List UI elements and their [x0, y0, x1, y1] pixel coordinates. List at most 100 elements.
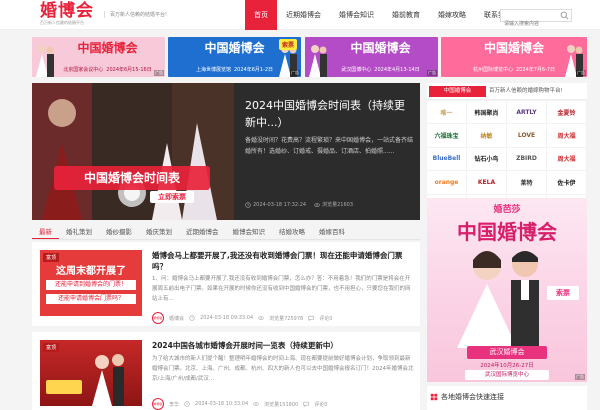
ad-label: 广告 — [576, 70, 586, 76]
nav-item[interactable]: 首页 — [245, 0, 277, 30]
banner-ad[interactable]: 中国婚博会 上海世博展览馆 2024年6月1-2日 索票 广告 — [168, 37, 301, 77]
brand-logo[interactable]: 周大福 — [547, 147, 587, 172]
clock-icon — [184, 401, 190, 407]
category-tabs: 最新 婚礼策划 婚纱摄影 婚庆策划 近期婚博会 婚博会知识 结婚攻略 婚嫁百科 — [32, 224, 420, 240]
nav-item[interactable]: 婚嫁攻略 — [429, 0, 475, 30]
banner-ticket-button[interactable]: 索票 — [278, 39, 297, 50]
tab-item[interactable]: 近期婚博会 — [179, 224, 226, 239]
article-meta: 婚博会 李华 2024-03-18 10:33:04 浏览量151800 评论0 — [152, 398, 327, 410]
ad-venue: 武汉国际博览中心 — [465, 370, 549, 380]
banner-ad[interactable]: 中国婚博会 杭州国际博览中心 2024年7月6-7日 广告 — [441, 37, 587, 77]
ad-label: 广告 — [154, 70, 164, 76]
banner-subtitle: 杭州国际博览中心 2024年7月6-7日 — [441, 66, 587, 73]
thumb-badge: 富顶 — [43, 343, 60, 352]
brand-logo[interactable]: 纳敏 — [467, 124, 507, 148]
brand-logo[interactable]: 韩国聚尚 — [467, 101, 507, 125]
brand-logo[interactable]: 佐卡伊 — [547, 171, 587, 195]
banner-subtitle: 北京国家会议中心 2024年6月15-16日 — [32, 66, 165, 73]
thumb-headline: 这周末都开展了 — [56, 266, 126, 277]
ad-label: 广告 — [290, 70, 300, 76]
nav-item[interactable]: 婚前教育 — [383, 0, 429, 30]
article-date: 2024-03-18 09:33:04 — [200, 315, 254, 321]
clock-icon — [245, 201, 251, 208]
hero-carousel[interactable]: 中国婚博会时间表 立即索票 2024中国婚博会时间表（持续更新中...） 备婚没… — [32, 83, 420, 220]
hero-image-caption: 中国婚博会时间表 — [83, 171, 180, 185]
brand-logo[interactable]: LOVE — [507, 124, 547, 148]
banner-ad[interactable]: 中国婚博会武汉国博中心 2024年4月13-14日广告 — [305, 37, 438, 77]
brand-logo[interactable]: 钻石小鸟 — [467, 147, 507, 172]
article-card[interactable]: 富顶 2024中国各城市婚博会开展时间一览表（持续更新中） 为了给大城市的新人们… — [32, 332, 420, 410]
search-box — [500, 9, 572, 30]
eye-icon — [258, 316, 264, 320]
banner-date: 2024年6月15-16日 — [106, 67, 152, 73]
article-card[interactable]: 富顶 这周末都开展了 还能申请到婚博会的门票！ 还能申请婚博会门票吗？ 婚博会马… — [32, 242, 420, 326]
ad-city: 武汉婚博会 — [467, 346, 547, 359]
sidebar-header-label[interactable]: 中国婚博会 — [429, 86, 486, 97]
hero-image[interactable]: 中国婚博会时间表 立即索票 — [32, 83, 234, 220]
tab-item[interactable]: 婚礼策划 — [59, 224, 99, 239]
ad-date: 2024年10月26-27日 — [480, 363, 534, 369]
article-title[interactable]: 婚博会马上都要开展了,我还没有收到婚博会门票！现在还能申请婚博会门票吗？ — [152, 250, 414, 272]
brand-logo[interactable]: 六福珠宝 — [427, 124, 467, 148]
comment-icon — [308, 315, 314, 321]
banner-title: 中国婚博会 — [350, 41, 411, 55]
brand-logo[interactable]: 周大福 — [547, 124, 587, 148]
brand-logo[interactable]: 金夏铃 — [547, 101, 587, 125]
nav-item[interactable]: 婚博会知识 — [330, 0, 383, 30]
banner-venue: 杭州国际博览中心 — [472, 67, 513, 73]
hero-meta: 2024-03-18 17:32:24 浏览量21603 — [245, 201, 353, 208]
main-nav: 首页 近期婚博会 婚博会知识 婚前教育 婚嫁攻略 联系我们 — [245, 0, 521, 30]
hero-title[interactable]: 2024中国婚博会时间表（持续更新中...） — [245, 97, 415, 131]
tab-item[interactable]: 婚嫁百科 — [312, 224, 352, 239]
article-thumbnail[interactable]: 富顶 这周末都开展了 还能申请到婚博会的门票！ 还能申请婚博会门票吗？ — [40, 250, 142, 316]
article-thumbnail[interactable]: 富顶 — [40, 340, 142, 406]
comment-icon — [303, 401, 309, 407]
banner-subtitle: 上海世博展览馆 2024年6月1-2日 — [168, 66, 301, 73]
slogan: 百万新人信赖的结婚平台! — [104, 11, 167, 18]
brand-logo[interactable]: 唯一 — [427, 101, 467, 125]
thumb-line: 还能申请婚博会门票吗？ — [46, 294, 136, 304]
brand-logo[interactable]: 莱特 — [507, 171, 547, 195]
hero-views: 浏览量21603 — [322, 202, 354, 208]
avatar[interactable]: 婚博会 — [152, 312, 164, 324]
thumb-badge: 富顶 — [43, 253, 60, 262]
banner-ad[interactable]: 中国婚博会 北京国家会议中心 2024年6月15-16日 广告 — [32, 37, 165, 77]
brand-logo[interactable]: ARTLY — [507, 101, 547, 125]
eye-icon — [314, 202, 320, 207]
tab-item[interactable]: 婚博会知识 — [226, 224, 273, 239]
author-name[interactable]: 李华 — [169, 401, 179, 408]
avatar[interactable]: 婚博会 — [152, 398, 164, 410]
tab-item[interactable]: 婚庆策划 — [139, 224, 179, 239]
quick-links-header[interactable]: 各地婚博会快速连接 — [427, 386, 587, 410]
hero-date: 2024-03-18 17:32:24 — [253, 201, 307, 208]
article-title[interactable]: 2024中国各城市婚博会开展时间一览表（持续更新中） — [152, 340, 414, 351]
tab-item[interactable]: 最新 — [32, 224, 59, 239]
sidebar-header-text: 百万新人信赖的婚嫁购物平台! — [489, 88, 563, 94]
site-logo[interactable]: 婚博会 百万新人信赖的结婚平台 — [40, 3, 102, 27]
article-comments[interactable]: 评论0 — [319, 315, 332, 322]
hero-description: 备婚没时间？花费高？流程繁琐？来中国婚博会，一站式备齐结婚所有！选婚纱、订婚戒、… — [245, 137, 414, 155]
search-input[interactable] — [501, 18, 559, 30]
clock-icon — [189, 315, 195, 321]
nav-item[interactable]: 近期婚博会 — [277, 0, 330, 30]
brand-logo[interactable]: KELA — [467, 171, 507, 195]
search-icon[interactable] — [560, 11, 569, 20]
ad-label: 广告 — [575, 374, 585, 380]
brand-logo[interactable]: BlueBell — [427, 147, 467, 172]
sidebar-ad[interactable]: 婚芭莎 中国婚博会 索票 武汉婚博会 2024年10月26-27日 武汉国际博览… — [427, 198, 587, 382]
article-views: 浏览量725978 — [269, 315, 304, 322]
banner-date: 2024年4月13-14日 — [374, 67, 420, 73]
brand-logo[interactable]: orange — [427, 171, 467, 195]
article-comments[interactable]: 评论0 — [314, 401, 327, 408]
thumb-line: 还能申请到婚博会的门票！ — [46, 280, 136, 290]
page: 婚博会 百万新人信赖的结婚平台 百万新人信赖的结婚平台! 首页 近期婚博会 婚博会知… — [0, 0, 600, 410]
author-name[interactable]: 婚博会 — [169, 315, 184, 322]
banner-venue: 武汉国博中心 — [341, 67, 372, 73]
tab-item[interactable]: 结婚攻略 — [272, 224, 312, 239]
tab-item[interactable]: 婚纱摄影 — [99, 224, 139, 239]
ad-label: 广告 — [427, 70, 437, 76]
header: 婚博会 百万新人信赖的结婚平台 百万新人信赖的结婚平台! 首页 近期婚博会 婚博会知… — [0, 0, 600, 30]
ad-ticket-button[interactable]: 索票 — [547, 286, 579, 300]
brand-logo[interactable]: ZBIRD — [507, 147, 547, 172]
quick-links-label: 各地婚博会快速连接 — [441, 393, 504, 401]
